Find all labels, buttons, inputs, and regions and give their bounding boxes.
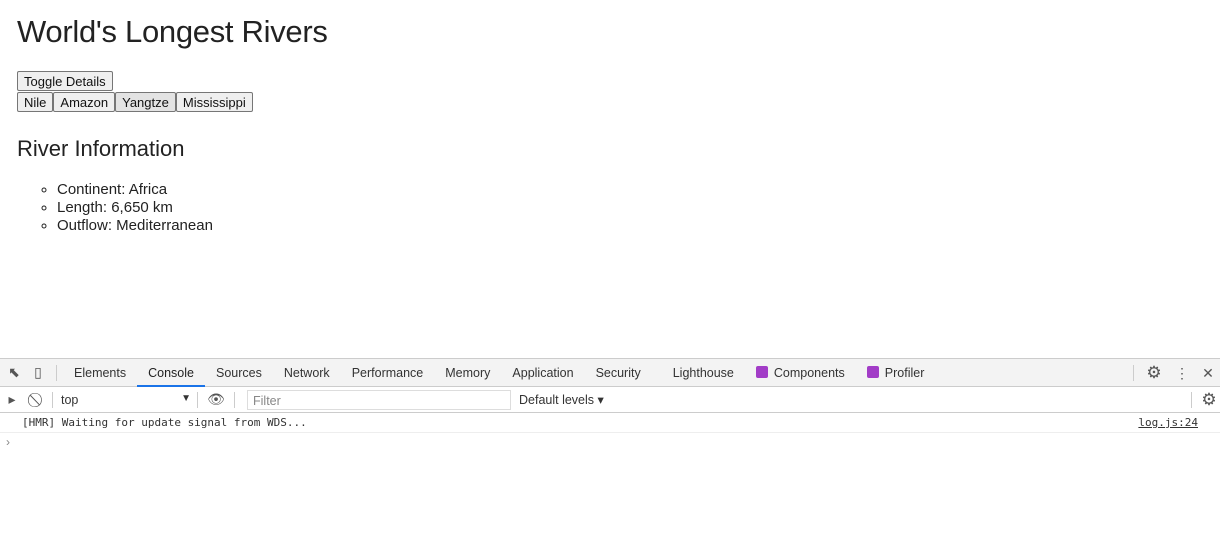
more-options-icon[interactable]: ⋮ — [1174, 365, 1190, 381]
console-message: [HMR] Waiting for update signal from WDS… — [0, 413, 1220, 433]
detail-item: Outflow: Mediterranean — [57, 217, 213, 235]
tab-console[interactable]: Console — [137, 359, 205, 387]
dropdown-arrow-icon: ▼ — [181, 392, 191, 404]
page-title: World's Longest Rivers — [17, 14, 328, 49]
tab-security[interactable]: Security — [585, 359, 652, 387]
tab-application[interactable]: Application — [501, 359, 584, 387]
divider — [56, 364, 57, 381]
tab-elements[interactable]: Elements — [63, 359, 137, 387]
tab-network[interactable]: Network — [273, 359, 341, 387]
eye-icon[interactable]: 👁 — [207, 391, 225, 408]
detail-item: Continent: Africa — [57, 181, 213, 199]
devtools-panel: ⬉ ▯ Elements Console Sources Network Per… — [0, 358, 1220, 534]
info-heading: River Information — [17, 136, 185, 161]
message-source-link[interactable]: log.js:24 — [1138, 413, 1198, 433]
divider — [52, 391, 53, 408]
tab-label: Components — [773, 365, 845, 380]
react-icon — [866, 365, 879, 378]
tab-lighthouse[interactable]: Lighthouse — [662, 359, 745, 387]
log-levels-select[interactable]: Default levels ▾ — [519, 392, 604, 407]
page-content: World's Longest Rivers Toggle Details Ni… — [0, 0, 1220, 358]
tab-profiler[interactable]: Profiler — [856, 359, 936, 387]
context-value: top — [61, 392, 79, 407]
tab-memory[interactable]: Memory — [434, 359, 501, 387]
sidebar-toggle-icon[interactable]: ▸ — [4, 391, 20, 408]
river-button-yangtze[interactable]: Yangtze — [115, 92, 176, 112]
toggle-details-button[interactable]: Toggle Details — [17, 71, 113, 91]
console-prompt[interactable]: › — [0, 433, 1220, 451]
details-list: Continent: Africa Length: 6,650 km Outfl… — [17, 181, 213, 235]
tab-performance[interactable]: Performance — [341, 359, 435, 387]
message-text: [HMR] Waiting for update signal from WDS… — [22, 416, 307, 429]
divider — [234, 391, 235, 408]
river-button-mississippi[interactable]: Mississippi — [175, 92, 253, 112]
close-icon[interactable]: ✕ — [1200, 365, 1216, 381]
tab-sources[interactable]: Sources — [205, 359, 273, 387]
context-select[interactable]: top ▼ — [59, 393, 191, 407]
device-toolbar-icon[interactable]: ▯ — [30, 364, 46, 381]
detail-item: Length: 6,650 km — [57, 199, 213, 217]
gear-icon[interactable]: ⚙ — [1146, 363, 1162, 382]
tab-label: Profiler — [884, 365, 925, 380]
divider — [197, 391, 198, 408]
divider — [1191, 391, 1192, 408]
react-icon — [755, 365, 768, 378]
river-button-nile[interactable]: Nile — [17, 92, 54, 112]
console-settings-icon[interactable]: ⚙ — [1201, 390, 1217, 409]
inspect-element-icon[interactable]: ⬉ — [6, 364, 22, 381]
tab-components[interactable]: Components — [745, 359, 856, 387]
divider — [1133, 365, 1134, 381]
console-toolbar: ▸ ⃠ top ▼ 👁 Filter Default levels ▾ ⚙ — [0, 387, 1220, 413]
filter-input[interactable]: Filter — [247, 389, 511, 410]
clear-console-icon[interactable]: ⃠ — [30, 392, 46, 408]
river-button-amazon[interactable]: Amazon — [53, 92, 116, 112]
devtools-tabbar: ⬉ ▯ Elements Console Sources Network Per… — [0, 359, 1220, 387]
